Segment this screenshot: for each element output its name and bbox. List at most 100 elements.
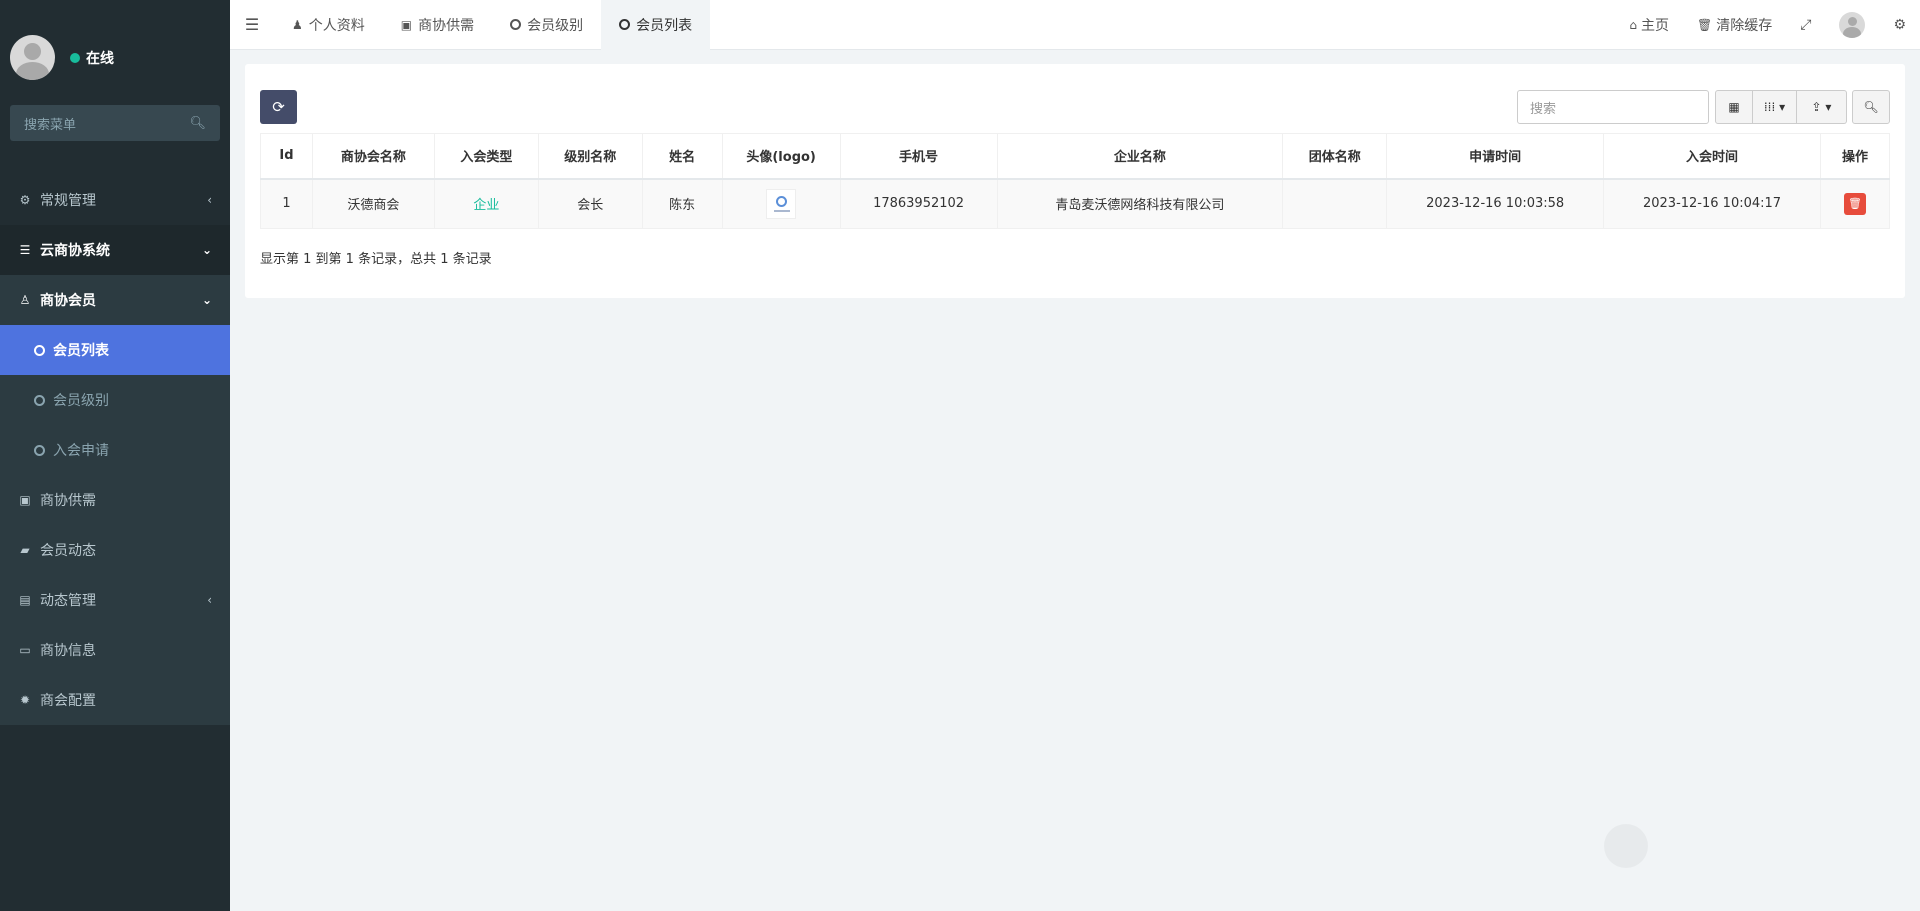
user-panel: 在线 <box>0 0 230 115</box>
menu-search-input[interactable]: 搜索菜单 🔍︎ <box>10 105 220 141</box>
column-header[interactable]: 入会时间 <box>1603 133 1821 180</box>
sidebar-empty-area <box>0 732 230 911</box>
delete-button[interactable]: 🗑︎ <box>1843 192 1866 215</box>
user-icon: ♟ <box>292 17 303 32</box>
top-navbar: ☰ ♟ 个人资料 ▣ 商协供需 会员级别 会员列表 ⌂ 主页 🗑︎ 清除缓存 ⤢… <box>230 0 1920 50</box>
sidebar-item-label: 会员动态 <box>40 543 96 559</box>
card-view-icon: ▦ <box>1728 100 1740 114</box>
column-header: 操作 <box>1819 133 1891 180</box>
clear-cache-label: 清除缓存 <box>1716 17 1773 34</box>
user-avatar[interactable] <box>10 35 55 80</box>
tab-supply-demand[interactable]: ▣ 商协供需 <box>383 0 492 50</box>
sidebar-subitem-label: 入会申请 <box>53 443 109 459</box>
cell-logo <box>721 178 841 229</box>
export-icon: ⇪ ▾ <box>1811 100 1832 114</box>
table-row[interactable]: 1 沃德商会 企业 会长 陈东 17863952102 青岛麦沃德网络科技有限公… <box>260 178 1891 229</box>
sidebar-item-supply-demand[interactable]: ▣ 商协供需 <box>0 475 230 525</box>
chevron-down-icon: ⌄ <box>201 243 212 257</box>
home-label: 主页 <box>1641 17 1669 34</box>
column-header[interactable]: 企业名称 <box>996 133 1284 180</box>
circle-icon <box>510 19 522 30</box>
sidebar-item-news-management[interactable]: ▤ 动态管理 ‹ <box>0 575 230 625</box>
sidebar-subitem-label: 会员列表 <box>53 343 109 359</box>
sidebar-item-general[interactable]: ⚙ 常规管理 ‹ <box>0 175 230 225</box>
shopping-bag-icon: ▣ <box>19 493 31 507</box>
tab-profile[interactable]: ♟ 个人资料 <box>274 0 383 50</box>
sidebar-item-label: 常规管理 <box>40 193 96 209</box>
toolbar-button-group: ▦ ⁞⁞⁞ ▾ ⇪ ▾ <box>1715 90 1847 124</box>
column-header[interactable]: 团体名称 <box>1282 133 1388 180</box>
shopping-bag-icon: ▣ <box>400 17 413 32</box>
column-header[interactable]: Id <box>260 133 313 180</box>
newspaper-icon: ▤ <box>19 593 31 607</box>
column-header[interactable]: 姓名 <box>641 133 723 180</box>
advanced-search-button[interactable]: 🔍︎ <box>1852 90 1890 124</box>
sidebar-item-label: 商协信息 <box>40 643 96 659</box>
clear-cache-button[interactable]: 🗑︎ 清除缓存 <box>1683 0 1786 50</box>
cell-phone: 17863952102 <box>839 178 998 229</box>
column-header[interactable]: 入会类型 <box>433 133 539 180</box>
chevron-left-icon: ‹ <box>207 593 212 607</box>
tab-label: 会员级别 <box>527 17 584 34</box>
tab-label: 商协供需 <box>418 17 475 34</box>
column-header[interactable]: 头像(logo) <box>721 133 841 180</box>
online-dot-icon <box>70 52 80 63</box>
cell-level: 会长 <box>537 178 643 229</box>
sidebar-item-label: 商协会员 <box>40 293 96 309</box>
cell-join-type: 企业 <box>433 178 539 229</box>
search-icon[interactable]: 🔍︎ <box>189 116 206 131</box>
sidebar-subitem-join-application[interactable]: 入会申请 <box>0 425 230 475</box>
table-search-placeholder: 搜索 <box>1530 101 1557 117</box>
sidebar-item-members[interactable]: ♙ 商协会员 ⌄ <box>0 275 230 325</box>
sidebar-subitem-member-list[interactable]: 会员列表 <box>0 325 230 375</box>
sidebar-subitem-member-level[interactable]: 会员级别 <box>0 375 230 425</box>
sidebar-item-chamber-config[interactable]: ✹ 商会配置 <box>0 675 230 725</box>
toggle-view-button[interactable]: ▦ <box>1715 90 1753 124</box>
table-search-input[interactable]: 搜索 <box>1517 90 1709 124</box>
user-menu[interactable] <box>1825 0 1879 50</box>
column-header[interactable]: 申请时间 <box>1386 133 1605 180</box>
trash-icon: 🗑︎ <box>1697 17 1713 32</box>
gear-icon: ✹ <box>19 693 31 707</box>
column-header[interactable]: 级别名称 <box>537 133 643 180</box>
sidebar-menu: ⚙ 常规管理 ‹ ☰ 云商协系统 ⌄ ♙ 商协会员 ⌄ 会员列表 会员级别 入会… <box>0 175 230 725</box>
cell-id: 1 <box>260 178 313 229</box>
export-button[interactable]: ⇪ ▾ <box>1797 90 1847 124</box>
join-type-link[interactable]: 企业 <box>473 198 499 213</box>
member-table: Id 商协会名称 入会类型 级别名称 姓名 头像(logo) 手机号 企业名称 … <box>260 133 1891 229</box>
user-icon: ♙ <box>19 293 31 307</box>
cell-name: 陈东 <box>641 178 723 229</box>
home-link[interactable]: ⌂ 主页 <box>1615 0 1683 50</box>
sidebar-item-cloud-system[interactable]: ☰ 云商协系统 ⌄ <box>0 225 230 275</box>
settings-cogs-icon[interactable]: ⚙ <box>1879 0 1920 50</box>
table-toolbar: ⟳ 搜索 ▦ ⁞⁞⁞ ▾ ⇪ ▾ 🔍︎ <box>260 90 1890 124</box>
circle-icon <box>34 444 45 456</box>
tab-member-list[interactable]: 会员列表 <box>601 0 711 50</box>
columns-button[interactable]: ⁞⁞⁞ ▾ <box>1753 90 1797 124</box>
list-icon: ☰ <box>19 243 31 257</box>
cell-association: 沃德商会 <box>311 178 435 229</box>
fullscreen-icon[interactable]: ⤢ <box>1786 0 1825 50</box>
sidebar-item-association-info[interactable]: ▭ 商协信息 <box>0 625 230 675</box>
tab-member-level[interactable]: 会员级别 <box>492 0 601 50</box>
sidebar-item-member-news[interactable]: ▰ 会员动态 <box>0 525 230 575</box>
circle-icon <box>34 344 45 356</box>
table-header-row: Id 商协会名称 入会类型 级别名称 姓名 头像(logo) 手机号 企业名称 … <box>260 133 1891 180</box>
circle-icon <box>34 394 45 406</box>
refresh-button[interactable]: ⟳ <box>260 90 297 124</box>
sidebar-toggle-icon[interactable]: ☰ <box>230 0 274 50</box>
sidebar-item-label: 商协供需 <box>40 493 96 509</box>
id-card-icon: ▭ <box>19 643 31 657</box>
home-icon: ⌂ <box>1629 17 1637 32</box>
column-header[interactable]: 手机号 <box>839 133 998 180</box>
logo-thumbnail[interactable] <box>766 188 797 219</box>
column-header[interactable]: 商协会名称 <box>311 133 435 180</box>
book-icon: ▰ <box>20 543 30 557</box>
toolbar-right: 搜索 ▦ ⁞⁞⁞ ▾ ⇪ ▾ 🔍︎ <box>1517 90 1890 124</box>
trash-icon: 🗑︎ <box>1847 197 1862 211</box>
navbar-right: ⌂ 主页 🗑︎ 清除缓存 ⤢ ⚙ <box>1615 0 1920 50</box>
sidebar-subitem-label: 会员级别 <box>53 393 109 409</box>
sidebar: 在线 搜索菜单 🔍︎ ⚙ 常规管理 ‹ ☰ 云商协系统 ⌄ ♙ 商协会员 ⌄ 会… <box>0 0 230 911</box>
refresh-icon: ⟳ <box>272 98 285 116</box>
columns-icon: ⁞⁞⁞ ▾ <box>1763 100 1786 114</box>
